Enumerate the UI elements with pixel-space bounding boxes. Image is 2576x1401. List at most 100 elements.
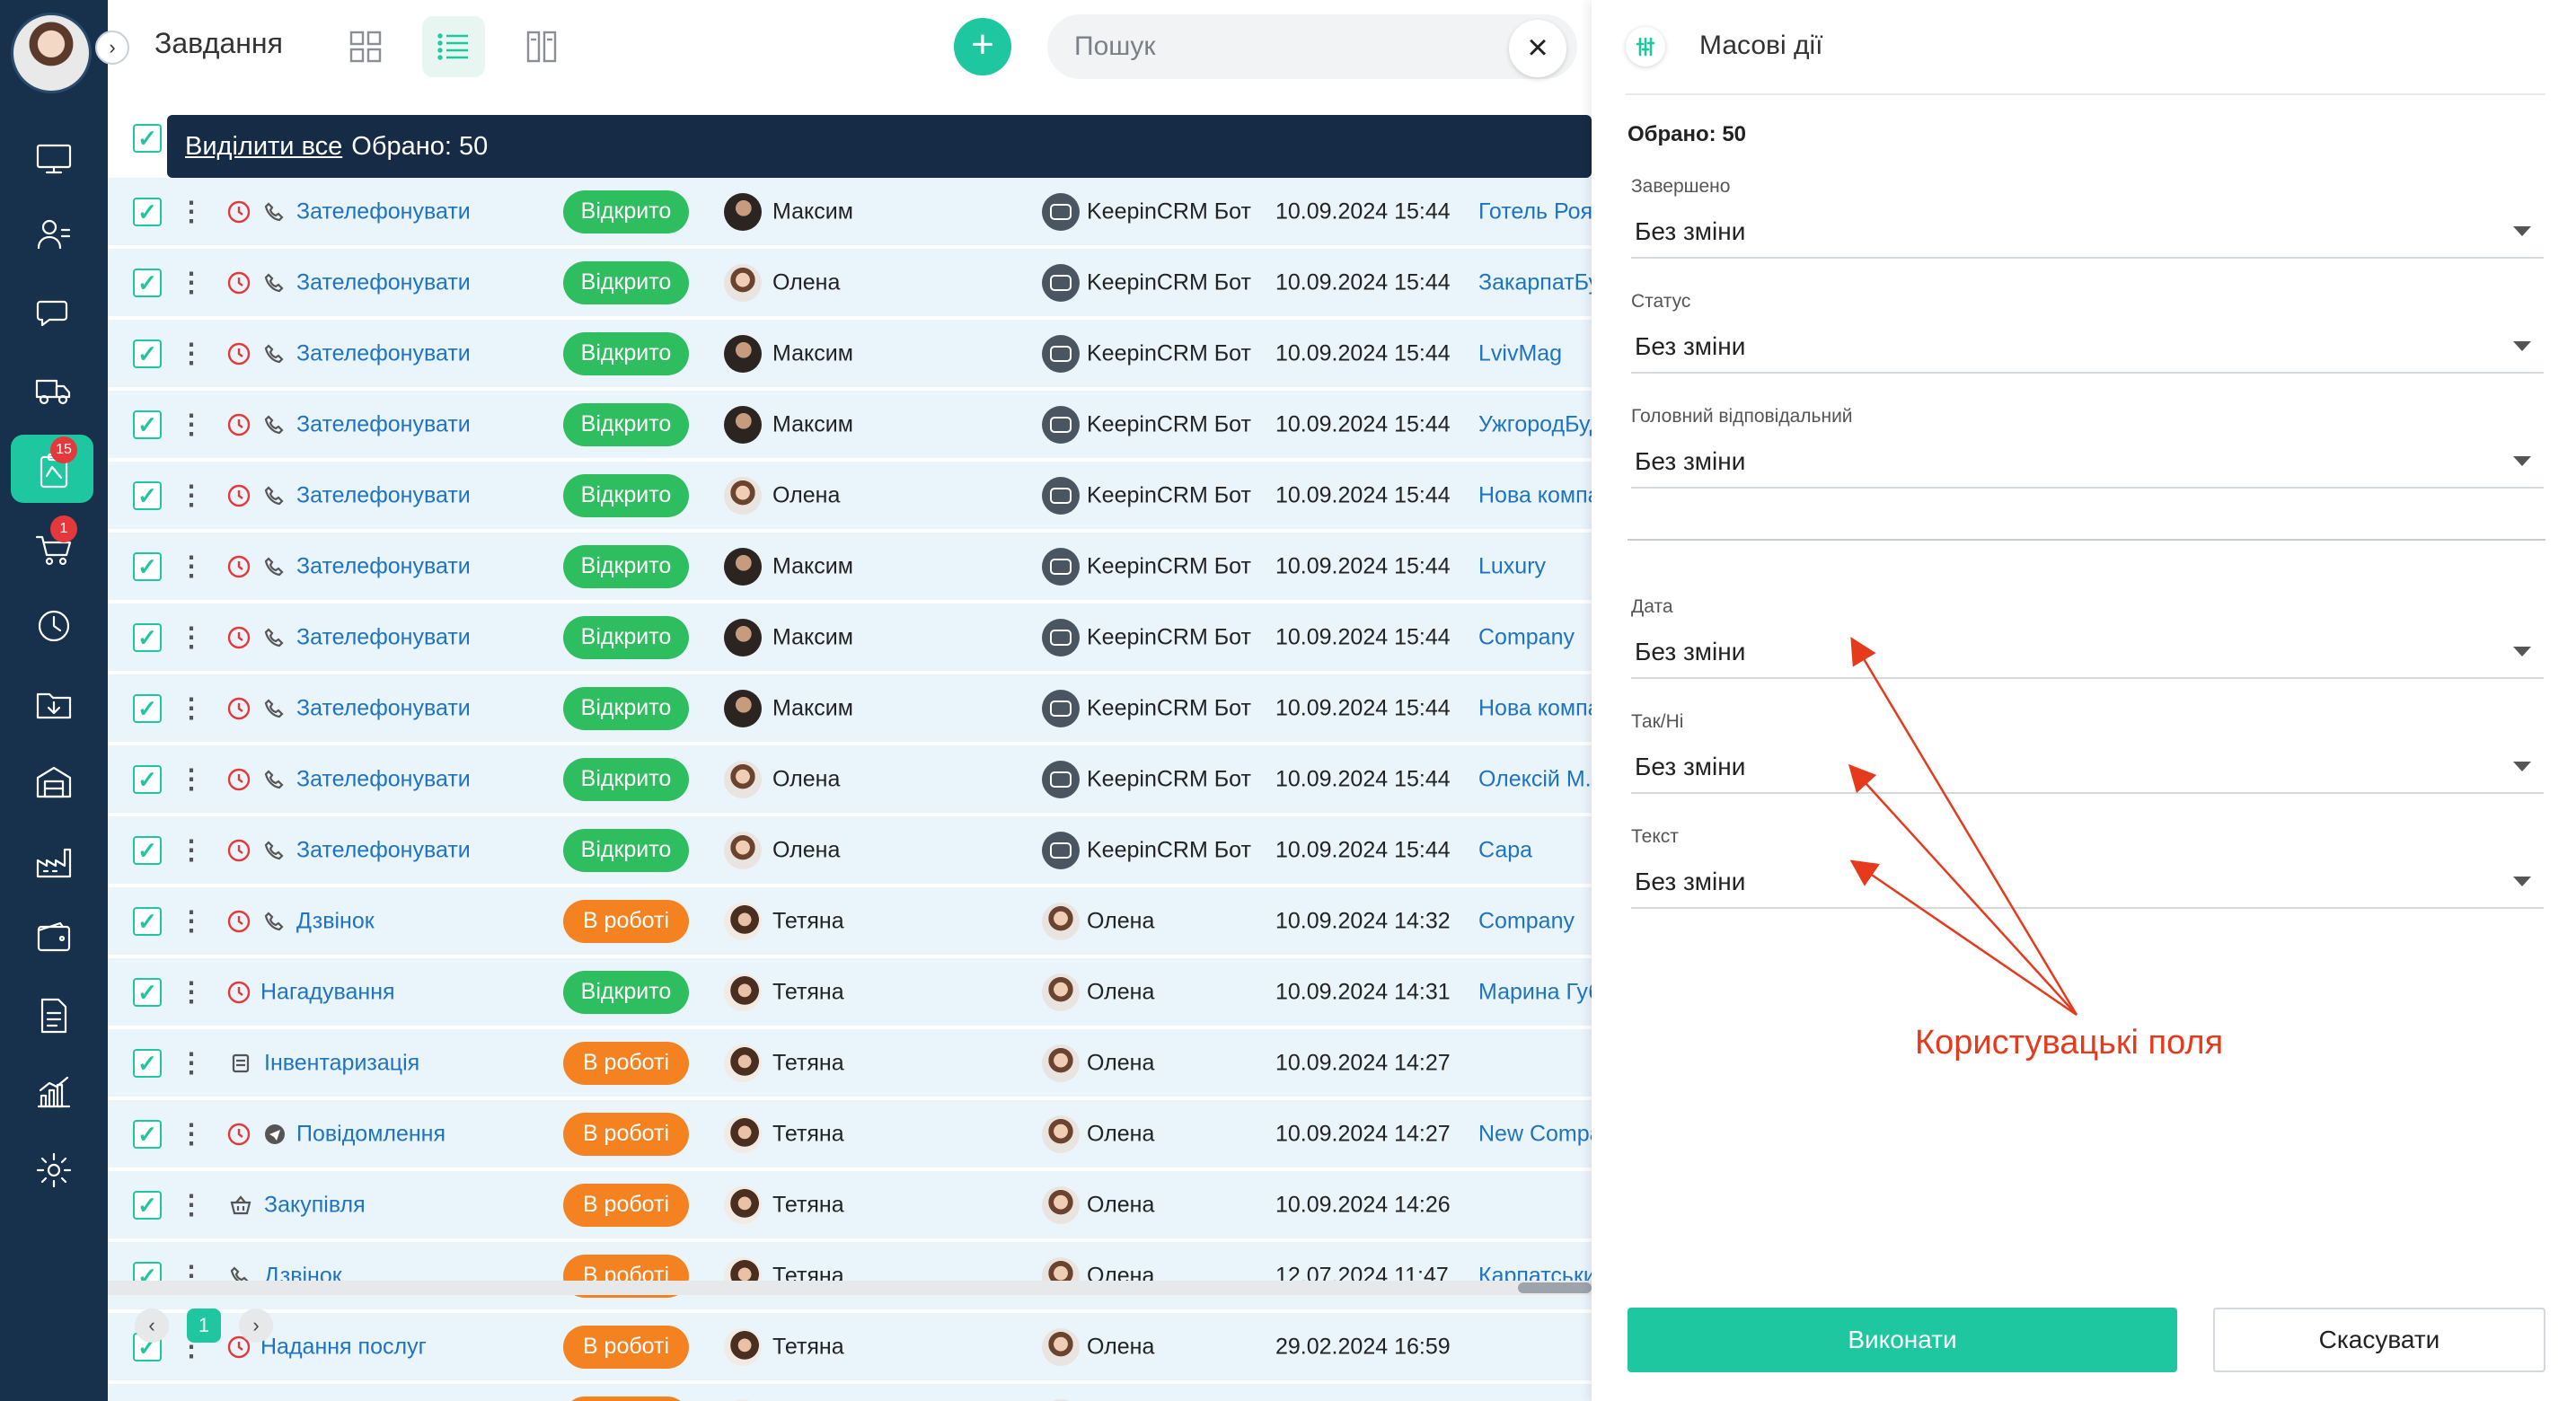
- task-title-link[interactable]: Зателефонувати: [296, 695, 471, 721]
- select-all-link[interactable]: Виділити все: [185, 132, 342, 162]
- table-row[interactable]: ✓ ⋮ Зателефонувати Відкрито Олена KeepinCRM Б…: [108, 816, 1592, 886]
- status-badge[interactable]: Відкрито: [563, 970, 689, 1014]
- status-badge[interactable]: В роботі: [563, 1325, 689, 1369]
- status-badge[interactable]: Відкрито: [563, 828, 689, 872]
- status-badge[interactable]: Відкрито: [563, 757, 689, 801]
- task-title-link[interactable]: Зателефонувати: [296, 340, 471, 366]
- row-checkbox[interactable]: ✓: [133, 268, 162, 297]
- row-menu-icon[interactable]: ⋮: [178, 338, 205, 369]
- row-menu-icon[interactable]: ⋮: [178, 267, 205, 298]
- table-row[interactable]: ✓ ⋮ Зателефонувати Відкрито Максим KeepinCRM …: [108, 604, 1592, 673]
- row-menu-icon[interactable]: ⋮: [178, 480, 205, 511]
- row-menu-icon[interactable]: ⋮: [178, 1047, 205, 1079]
- sidebar-item-factory[interactable]: [0, 823, 108, 900]
- field-select[interactable]: Без зміни: [1631, 207, 2544, 259]
- task-title-link[interactable]: Закупівля: [264, 1192, 366, 1218]
- status-badge[interactable]: Відкрито: [563, 331, 689, 375]
- table-row[interactable]: ✓ ⋮ Зателефонувати Відкрито Олена KeepinCRM Б…: [108, 745, 1592, 815]
- sidebar-item-settings[interactable]: [0, 1132, 108, 1209]
- row-menu-icon[interactable]: ⋮: [178, 1118, 205, 1150]
- table-row[interactable]: ✓ ⋮ Зателефонувати Відкрито Максим KeepinCRM …: [108, 320, 1592, 389]
- cancel-button[interactable]: Скасувати: [2213, 1308, 2545, 1372]
- row-checkbox[interactable]: ✓: [133, 835, 162, 865]
- sidebar-item-cart[interactable]: 1: [0, 512, 108, 589]
- field-select[interactable]: Без зміни: [1631, 857, 2544, 909]
- row-menu-icon[interactable]: ⋮: [178, 196, 205, 227]
- table-row[interactable]: ✓ ⋮ Повідомлення В роботі Тетяна Олена 10.09.2…: [108, 1100, 1592, 1169]
- row-menu-icon[interactable]: ⋮: [178, 692, 205, 724]
- client-link[interactable]: Сара: [1478, 837, 1592, 863]
- scrollbar-thumb[interactable]: [1518, 1282, 1592, 1293]
- client-link[interactable]: ЗакарпатБуд: [1478, 269, 1592, 295]
- field-select[interactable]: Без зміни: [1631, 742, 2544, 794]
- table-row[interactable]: ✓⋮ПовідомленняВ роботіТетянаОлена29.02.2…: [108, 1384, 1592, 1401]
- row-checkbox[interactable]: ✓: [133, 197, 162, 226]
- status-badge[interactable]: В роботі: [563, 1183, 689, 1227]
- prev-page-button[interactable]: ‹: [135, 1308, 169, 1343]
- table-row[interactable]: ✓ ⋮ Зателефонувати Відкрито Олена KeepinCRM Б…: [108, 462, 1592, 531]
- row-checkbox[interactable]: ✓: [133, 1119, 162, 1149]
- horizontal-scrollbar[interactable]: [108, 1281, 1592, 1295]
- table-row[interactable]: ✓ ⋮ Нагадування Відкрито Тетяна Олена 10.09.20…: [108, 958, 1592, 1027]
- row-checkbox[interactable]: ✓: [133, 1048, 162, 1078]
- row-menu-icon[interactable]: ⋮: [178, 834, 205, 866]
- select-all-checkbox[interactable]: ✓: [133, 124, 162, 153]
- sidebar-item-clock[interactable]: [0, 587, 108, 665]
- row-menu-icon[interactable]: ⋮: [178, 409, 205, 440]
- status-badge[interactable]: Відкрито: [563, 189, 689, 234]
- sidebar-item-wallet[interactable]: [0, 898, 108, 975]
- client-link[interactable]: Нова компанія: [1478, 695, 1592, 721]
- client-link[interactable]: Luxury: [1478, 553, 1592, 579]
- execute-button[interactable]: Виконати: [1628, 1308, 2177, 1372]
- search-input[interactable]: [1047, 14, 1577, 79]
- row-checkbox[interactable]: ✓: [133, 764, 162, 794]
- row-menu-icon[interactable]: ⋮: [178, 763, 205, 795]
- user-avatar[interactable]: [11, 13, 92, 93]
- row-checkbox[interactable]: ✓: [133, 1190, 162, 1220]
- client-link[interactable]: Нова компанія: [1478, 482, 1592, 508]
- task-title-link[interactable]: Зателефонувати: [296, 269, 471, 295]
- status-badge[interactable]: Відкрито: [563, 686, 689, 730]
- row-checkbox[interactable]: ✓: [133, 622, 162, 652]
- sidebar-expand-button[interactable]: ›: [95, 31, 129, 65]
- task-title-link[interactable]: Зателефонувати: [296, 198, 471, 225]
- field-select[interactable]: Без зміни: [1631, 322, 2544, 374]
- task-title-link[interactable]: Повідомлення: [296, 1121, 446, 1147]
- table-row[interactable]: ✓ ⋮ Зателефонувати Відкрито Максим KeepinCRM …: [108, 674, 1592, 744]
- status-badge[interactable]: Відкрито: [563, 544, 689, 588]
- row-menu-icon[interactable]: ⋮: [178, 976, 205, 1008]
- sidebar-item-truck[interactable]: [0, 352, 108, 429]
- row-checkbox[interactable]: ✓: [133, 551, 162, 581]
- row-checkbox[interactable]: ✓: [133, 339, 162, 368]
- client-link[interactable]: Марина Губ: [1478, 979, 1592, 1005]
- client-link[interactable]: Company: [1478, 908, 1592, 934]
- client-link[interactable]: LvivMag: [1478, 340, 1592, 366]
- close-icon[interactable]: ×: [1509, 20, 1566, 77]
- task-title-link[interactable]: Зателефонувати: [296, 482, 471, 508]
- table-row[interactable]: ✓ ⋮ Зателефонувати Відкрито Олена KeepinCRM Б…: [108, 249, 1592, 318]
- grid-view-button[interactable]: [334, 16, 397, 77]
- row-checkbox[interactable]: ✓: [133, 906, 162, 936]
- field-select[interactable]: Без зміни: [1631, 627, 2544, 679]
- task-title-link[interactable]: Надання послуг: [260, 1334, 427, 1360]
- field-select[interactable]: Без зміни: [1631, 436, 2544, 489]
- row-checkbox[interactable]: ✓: [133, 977, 162, 1007]
- client-link[interactable]: Готель Роял: [1478, 198, 1592, 225]
- table-row[interactable]: ✓ ⋮ Зателефонувати Відкрито Максим KeepinCRM …: [108, 391, 1592, 460]
- row-menu-icon[interactable]: ⋮: [178, 621, 205, 653]
- status-badge[interactable]: В роботі: [563, 1041, 689, 1085]
- client-link[interactable]: New Company: [1478, 1121, 1592, 1147]
- status-badge[interactable]: В роботі: [563, 899, 689, 943]
- sidebar-item-document[interactable]: [0, 977, 108, 1054]
- table-row[interactable]: ✓ ⋮ Зателефонувати Відкрито Максим KeepinCRM …: [108, 178, 1592, 247]
- kanban-view-button[interactable]: [510, 16, 573, 77]
- sidebar-item-analytics[interactable]: [0, 1053, 108, 1130]
- client-link[interactable]: Олексій М.: [1478, 766, 1592, 792]
- client-link[interactable]: Company: [1478, 624, 1592, 650]
- task-title-link[interactable]: Зателефонувати: [296, 624, 471, 650]
- table-row[interactable]: ✓ ⋮ Дзвінок В роботі Тетяна Олена 10.09.2024 1…: [108, 887, 1592, 956]
- current-page[interactable]: 1: [187, 1308, 221, 1343]
- status-badge[interactable]: Відкрито: [563, 473, 689, 517]
- task-title-link[interactable]: Нагадування: [260, 979, 395, 1005]
- sidebar-item-warehouse[interactable]: [0, 744, 108, 821]
